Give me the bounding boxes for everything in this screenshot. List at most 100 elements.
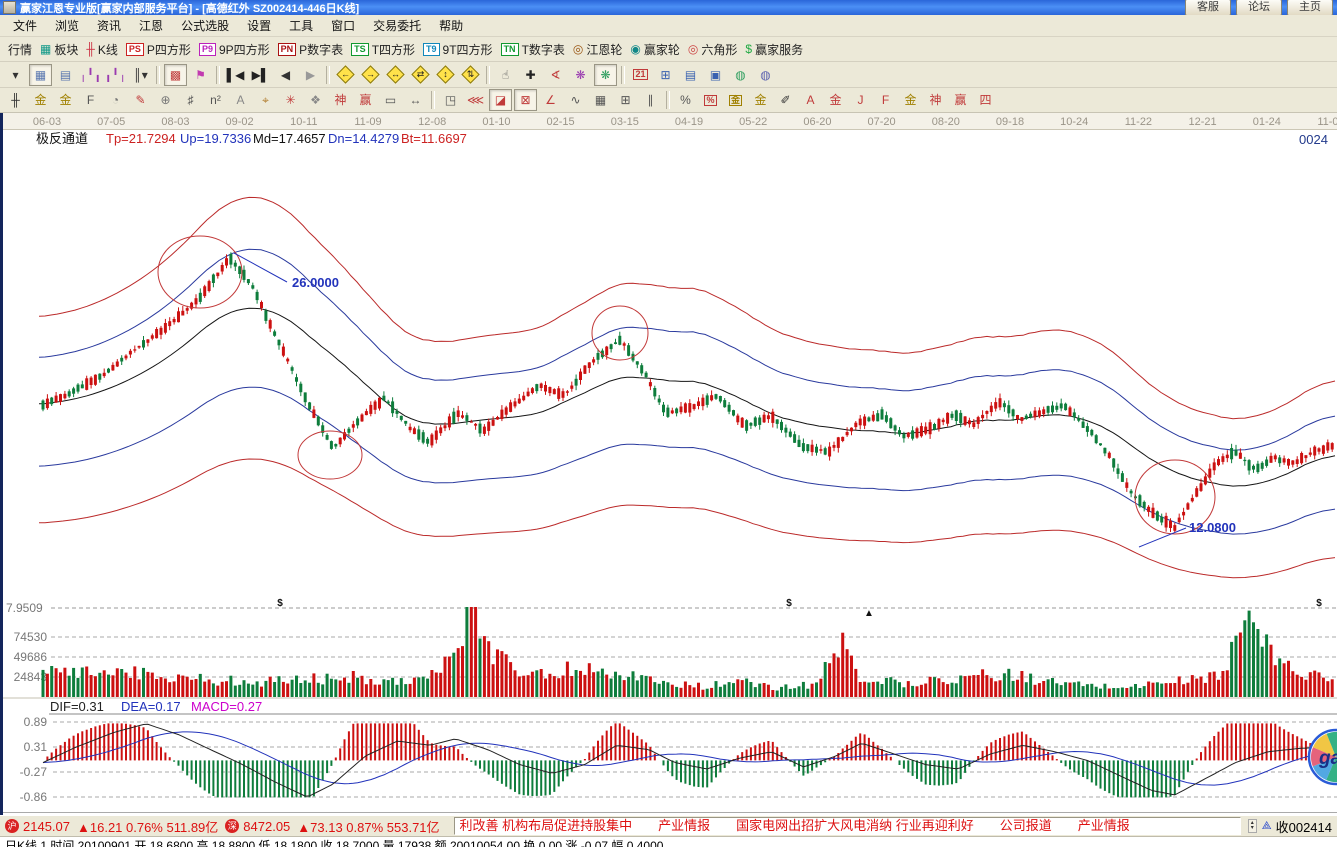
draw-shen-tool[interactable]: 神: [329, 89, 352, 111]
draw-ying-tool[interactable]: 赢: [354, 89, 377, 111]
spinner-control[interactable]: ▴ ▾: [1248, 819, 1257, 833]
draw-target-tool[interactable]: ⌖: [254, 89, 277, 111]
toolbar-9p-square[interactable]: P99P四方形: [199, 41, 270, 58]
tool-dia-h-expand[interactable]: ↔: [384, 64, 407, 86]
stock-code-entry[interactable]: 收002414: [1276, 817, 1332, 836]
toolbar-winner-wheel[interactable]: ◉赢家轮: [630, 41, 680, 58]
draw-star-burst[interactable]: ✳: [279, 89, 302, 111]
menu-formula-stock-picking[interactable]: 公式选股: [172, 14, 238, 37]
draw-wave-tool[interactable]: ∿: [564, 89, 587, 111]
draw-j-angle[interactable]: J: [849, 89, 872, 111]
draw-gold-circle[interactable]: 金: [724, 89, 747, 111]
titlebar-button-forum[interactable]: 论坛: [1236, 0, 1282, 15]
menu-help[interactable]: 帮助: [430, 14, 472, 37]
tool-pattern-red[interactable]: ▩: [164, 64, 187, 86]
tool-first-page[interactable]: ▌◀: [224, 64, 247, 86]
toolbar-p-square[interactable]: PSP四方形: [126, 41, 191, 58]
draw-fan-lines[interactable]: ⋘: [464, 89, 487, 111]
toolbar-sectors[interactable]: ▦板块: [40, 41, 78, 58]
tool-dia-v-expand[interactable]: ↕: [434, 64, 457, 86]
chart-area[interactable]: 06-0307-0508-0309-0210-1111-0912-0801-10…: [0, 113, 1337, 815]
draw-compass-circle[interactable]: ⊕: [154, 89, 177, 111]
tool-angle-pick-tool[interactable]: ∢: [544, 64, 567, 86]
draw-box-corner[interactable]: ◳: [439, 89, 462, 111]
toolbar-hexagon[interactable]: ◎六角形: [688, 41, 738, 58]
tool-next-bar[interactable]: ▶: [299, 64, 322, 86]
tool-style-dropdown[interactable]: ▾: [4, 64, 27, 86]
draw-fan-box[interactable]: ◪: [489, 89, 512, 111]
draw-a-box[interactable]: A: [799, 89, 822, 111]
tool-net-user[interactable]: ◍: [754, 64, 777, 86]
titlebar-button-service[interactable]: 客服: [1185, 0, 1231, 15]
menu-trade-entrust[interactable]: 交易委托: [364, 14, 430, 37]
draw-width-measure[interactable]: ↔: [404, 89, 427, 111]
tool-gann-purple-tool[interactable]: ❋: [569, 64, 592, 86]
draw-a-lines[interactable]: A: [229, 89, 252, 111]
tool-save[interactable]: ▣: [704, 64, 727, 86]
menu-gann[interactable]: 江恩: [130, 14, 172, 37]
tool-dia-v-shrink[interactable]: ⇅: [459, 64, 482, 86]
tool-notebook[interactable]: ▤: [679, 64, 702, 86]
draw-hatch-marks[interactable]: ♯: [179, 89, 202, 111]
draw-ruler-125[interactable]: ▭: [379, 89, 402, 111]
draw-percent-box[interactable]: %: [699, 89, 722, 111]
tool-dia-left[interactable]: ←: [334, 64, 357, 86]
draw-gold-angle[interactable]: 金: [899, 89, 922, 111]
tool-quote-sheet[interactable]: ▤: [54, 64, 77, 86]
tool-calculator[interactable]: ⊞: [654, 64, 677, 86]
draw-parallel-lines[interactable]: ∥: [639, 89, 662, 111]
toolbar-kline[interactable]: ╫K线: [86, 41, 118, 58]
tool-window-pattern[interactable]: ▦: [29, 64, 52, 86]
draw-si-angle[interactable]: 四: [974, 89, 997, 111]
toolbar-t-square[interactable]: TST四方形: [351, 41, 415, 58]
tool-calendar[interactable]: 21: [629, 64, 652, 86]
menu-window[interactable]: 窗口: [322, 14, 364, 37]
toolbar-9t-square[interactable]: T99T四方形: [423, 41, 493, 58]
draw-shen-angle[interactable]: 神: [924, 89, 947, 111]
tool-prev-bar[interactable]: ◀: [274, 64, 297, 86]
toolbar-quotes[interactable]: 行情: [8, 41, 32, 58]
tool-flag-tool[interactable]: ⚑: [189, 64, 212, 86]
draw-angle-ray[interactable]: ∠: [539, 89, 562, 111]
draw-f-angle[interactable]: F: [874, 89, 897, 111]
tool-gann-green-tool[interactable]: ❋: [594, 64, 617, 86]
chart-canvas[interactable]: 06-0307-0508-0309-0210-1111-0912-0801-10…: [3, 113, 1337, 815]
draw-gold-grid[interactable]: 金: [29, 89, 52, 111]
tool-bars-9[interactable]: ╻╹╷: [104, 64, 127, 86]
menu-tools[interactable]: 工具: [280, 14, 322, 37]
tool-bars-3[interactable]: ╷╹╻: [79, 64, 102, 86]
menu-browse[interactable]: 浏览: [46, 14, 88, 37]
toolbar-p-number-table[interactable]: PNP数字表: [278, 41, 344, 58]
draw-grid-dense[interactable]: ▦: [589, 89, 612, 111]
menu-settings[interactable]: 设置: [238, 14, 280, 37]
tool-candle-style[interactable]: ║▾: [129, 64, 152, 86]
draw-grid-numbered[interactable]: ⊞: [614, 89, 637, 111]
toolbar-winner-service[interactable]: $赢家服务: [745, 41, 803, 58]
draw-gold-line[interactable]: 金: [749, 89, 772, 111]
tool-crosshair-tool[interactable]: ✚: [519, 64, 542, 86]
draw-grid-tool[interactable]: ╫: [4, 89, 27, 111]
tool-hand-tool[interactable]: ☝: [494, 64, 517, 86]
toolbar-t-number-table[interactable]: TNT数字表: [501, 41, 565, 58]
tool-dia-h-shrink[interactable]: ⇄: [409, 64, 432, 86]
draw-f-grid[interactable]: F: [79, 89, 102, 111]
draw-spiral-tool[interactable]: ◔: [104, 89, 127, 111]
spinner-down-icon[interactable]: ▾: [1251, 826, 1254, 831]
draw-percent-lines[interactable]: %: [674, 89, 697, 111]
draw-brush-tool[interactable]: ✐: [774, 89, 797, 111]
titlebar-button-home[interactable]: 主页: [1287, 0, 1333, 15]
draw-ying-angle[interactable]: 赢: [949, 89, 972, 111]
draw-pen-red[interactable]: ✎: [129, 89, 152, 111]
tool-dia-right[interactable]: →: [359, 64, 382, 86]
draw-star-box[interactable]: ❖: [304, 89, 327, 111]
menu-file[interactable]: 文件: [4, 14, 46, 37]
draw-box-diagonals[interactable]: ⊠: [514, 89, 537, 111]
toolbar-gann-wheel[interactable]: ◎江恩轮: [573, 41, 623, 58]
draw-gold-red[interactable]: 金: [824, 89, 847, 111]
draw-n-squared[interactable]: n²: [204, 89, 227, 111]
draw-gold-grid-2[interactable]: 金: [54, 89, 77, 111]
news-ticker[interactable]: 利改善 机构布局促进持股集中 产业情报 国家电网出招扩大风电消纳 行业再迎利好 …: [454, 817, 1241, 835]
tool-last-page[interactable]: ▶▌: [249, 64, 272, 86]
menu-news[interactable]: 资讯: [88, 14, 130, 37]
tool-net-refresh[interactable]: ◍: [729, 64, 752, 86]
